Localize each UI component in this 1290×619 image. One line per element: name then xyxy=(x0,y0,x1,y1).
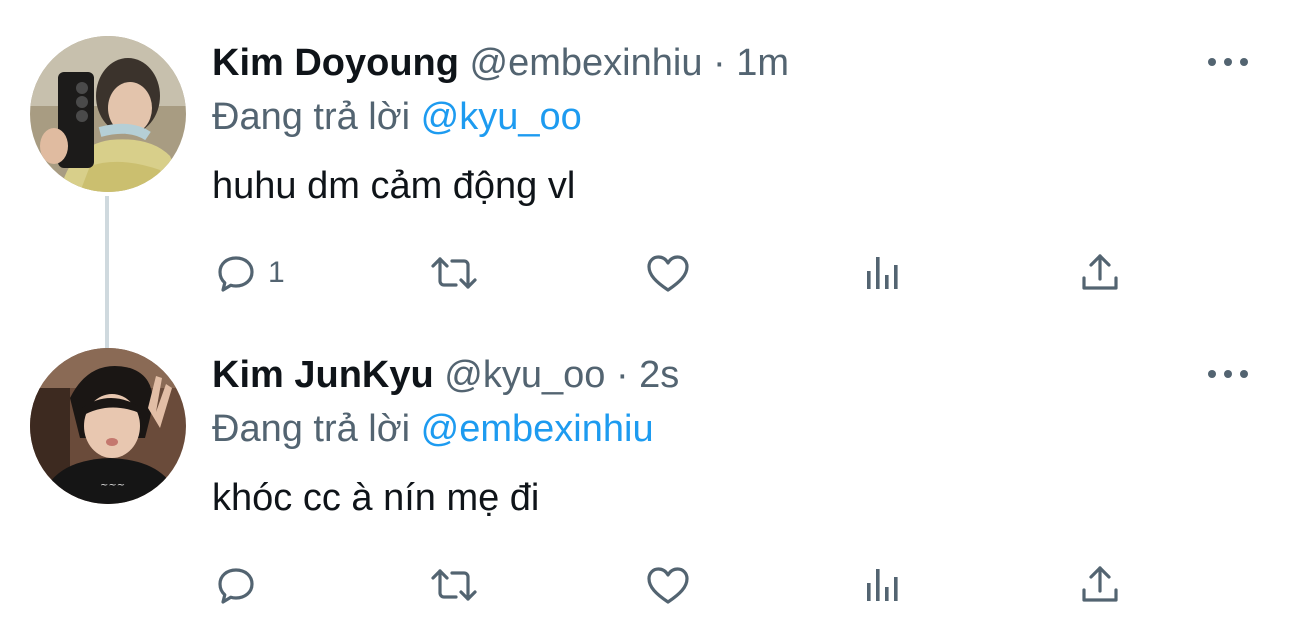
share-button[interactable] xyxy=(1076,248,1124,298)
reply-icon xyxy=(212,249,260,297)
tweet-header: Kim JunKyu @kyu_oo · 2s xyxy=(212,352,679,398)
views-icon xyxy=(860,561,908,609)
reply-icon xyxy=(212,561,260,609)
avatar[interactable] xyxy=(30,36,186,192)
retweet-button[interactable] xyxy=(428,560,480,610)
retweet-icon xyxy=(428,561,480,609)
reply-button[interactable] xyxy=(212,560,268,610)
views-button[interactable] xyxy=(860,560,908,610)
retweet-icon xyxy=(428,249,480,297)
timestamp[interactable]: 2s xyxy=(639,354,679,396)
share-icon xyxy=(1076,561,1124,609)
like-button[interactable] xyxy=(644,248,692,298)
svg-text:~~~: ~~~ xyxy=(100,480,125,491)
user-handle[interactable]: @kyu_oo xyxy=(444,354,605,396)
tweet[interactable]: Kim Doyoung @embexinhiu · 1m Đang trả lờ… xyxy=(0,0,1290,330)
more-icon[interactable] xyxy=(1208,54,1248,70)
reply-button[interactable]: 1 xyxy=(212,248,285,298)
share-icon xyxy=(1076,249,1124,297)
replying-to-label: Đang trả lời xyxy=(212,96,411,138)
views-icon xyxy=(860,249,908,297)
action-bar xyxy=(212,560,1132,610)
display-name[interactable]: Kim Doyoung xyxy=(212,42,459,84)
replying-to-label: Đang trả lời xyxy=(212,408,411,450)
views-button[interactable] xyxy=(860,248,908,298)
retweet-button[interactable] xyxy=(428,248,480,298)
share-button[interactable] xyxy=(1076,560,1124,610)
replying-to: Đang trả lời @kyu_oo xyxy=(212,94,582,140)
tweet[interactable]: ~~~ Kim JunKyu @kyu_oo · 2s Đang trả lời… xyxy=(0,312,1290,619)
like-button[interactable] xyxy=(644,560,692,610)
replying-to: Đang trả lời @embexinhiu xyxy=(212,406,654,452)
like-icon xyxy=(644,249,692,297)
tweet-text: khóc cc à nín mẹ đi xyxy=(212,477,540,519)
tweet-text: huhu dm cảm động vl xyxy=(212,165,576,207)
tweet-header: Kim Doyoung @embexinhiu · 1m xyxy=(212,40,789,86)
like-icon xyxy=(644,561,692,609)
avatar[interactable]: ~~~ xyxy=(30,348,186,504)
user-handle[interactable]: @embexinhiu xyxy=(470,42,703,84)
separator-dot: · xyxy=(615,354,629,396)
display-name[interactable]: Kim JunKyu xyxy=(212,354,434,396)
separator-dot: · xyxy=(713,42,726,84)
timestamp[interactable]: 1m xyxy=(736,42,789,84)
more-icon[interactable] xyxy=(1208,366,1248,382)
action-bar: 1 xyxy=(212,248,1132,298)
mention-link[interactable]: @embexinhiu xyxy=(421,408,654,450)
mention-link[interactable]: @kyu_oo xyxy=(421,96,582,138)
reply-thread: Kim Doyoung @embexinhiu · 1m Đang trả lờ… xyxy=(0,0,1290,619)
reply-count: 1 xyxy=(268,256,285,289)
